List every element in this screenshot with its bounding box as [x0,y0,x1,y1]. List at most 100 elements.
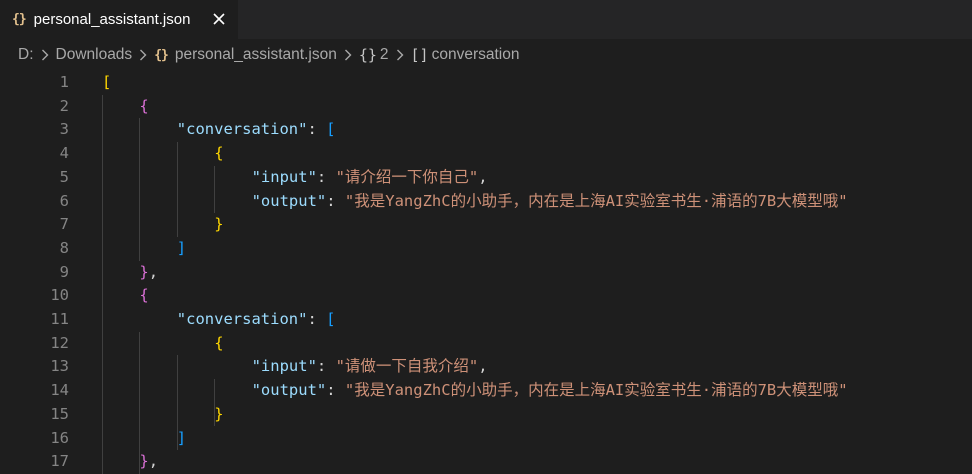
json-key: "input" [251,167,317,186]
code-text: { [139,284,148,308]
breadcrumb: D: Downloads {} personal_assistant.json … [0,39,972,71]
breadcrumb-object[interactable]: 2 [380,46,389,64]
code-line[interactable]: 11 "conversation": [ [0,308,972,332]
json-colon: : [307,120,327,139]
json-bracket: { [214,144,224,163]
line-number: 8 [59,238,69,257]
code-line[interactable]: 13 "input": "请做一下自我介绍", [0,355,972,379]
code-line[interactable]: 15} [0,403,972,427]
chevron-right-icon [344,49,352,61]
breadcrumb-folder[interactable]: Downloads [56,46,133,64]
breadcrumb-file[interactable]: personal_assistant.json [175,46,337,64]
chevron-right-icon [140,49,147,61]
code-text: ] [177,237,186,261]
code-line[interactable]: 6 "output": "我是YangZhC的小助手，内在是上海AI实验室书生·浦… [0,190,972,214]
code-line[interactable]: 12 { [0,332,972,356]
code-line[interactable]: 1[ [0,71,972,95]
json-bracket: } [139,452,149,471]
array-symbol-icon: [] [410,46,429,64]
code-text: ] [177,427,186,451]
line-number: 9 [59,262,69,281]
chevron-right-icon [41,49,48,61]
json-bracket: } [214,215,224,234]
line-number: 10 [50,286,69,305]
code-text: } [214,213,223,237]
code-line[interactable]: 5 "input": "请介绍一下你自己", [0,166,972,190]
json-colon: : [316,357,336,376]
json-colon: : [307,310,327,328]
code-text: { [139,95,148,119]
line-number: 12 [50,333,69,352]
code-text: "conversation": [ [177,308,336,332]
line-number: 17 [50,452,69,471]
json-string: "请介绍一下你自己" [335,167,479,186]
line-number: 4 [59,144,69,163]
breadcrumb-array[interactable]: conversation [432,46,520,64]
code-editor[interactable]: 1[2{3 "conversation": [4{5 "input": "请介绍一下… [0,71,972,474]
code-line[interactable]: 8] [0,237,972,261]
json-key: "output" [251,191,327,210]
code-line[interactable]: 7} [0,213,972,237]
json-bracket: ] [176,238,187,257]
line-number: 6 [59,191,69,210]
code-line[interactable]: 10 { [0,284,972,308]
json-comma: , [478,357,488,376]
json-file-icon: {} [12,12,27,27]
json-key: "input" [251,357,317,376]
code-line[interactable]: 9}, [0,261,972,285]
line-number: 7 [59,215,69,234]
tab-personal-assistant-json[interactable]: {} personal_assistant.json [0,0,238,39]
code-text: } [214,403,223,427]
code-text: "output": "我是YangZhC的小助手，内在是上海AI实验室书生·浦语… [252,379,848,403]
line-number: 15 [50,404,69,423]
json-bracket: { [139,96,149,115]
tab-bar: {} personal_assistant.json [0,0,972,39]
json-bracket: [ [326,120,336,139]
code-line[interactable]: 3 "conversation": [ [0,118,972,142]
line-number: 16 [50,428,69,447]
json-comma: , [148,262,159,281]
code-text: "input": "请做一下自我介绍", [252,355,488,379]
code-line[interactable]: 4{ [0,142,972,166]
code-line[interactable]: 2{ [0,95,972,119]
code-text: "output": "我是YangZhC的小助手，内在是上海AI实验室书生·浦语… [252,190,848,214]
json-key: "conversation" [176,310,308,328]
code-text: }, [139,261,158,285]
code-text: "input": "请介绍一下你自己", [252,166,488,190]
json-colon: : [326,191,345,210]
json-string: "我是YangZhC的小助手，内在是上海AI实验室书生·浦语的7B大模型哦" [344,191,848,210]
code-line[interactable]: 14 "output": "我是YangZhC的小助手，内在是上海AI实验室书生·… [0,379,972,403]
json-bracket: } [139,262,149,281]
json-bracket: } [214,404,224,423]
json-bracket: ] [176,428,187,447]
json-string: "我是YangZhC的小助手，内在是上海AI实验室书生·浦语的7B大模型哦" [344,381,848,400]
code-text: { [214,142,223,166]
json-colon: : [316,167,336,186]
json-bracket: { [214,333,224,352]
line-number: 5 [59,167,69,186]
json-bracket: [ [326,310,336,328]
json-file-icon: {} [154,47,169,63]
line-number: 3 [59,120,69,139]
json-comma: , [148,452,159,471]
code-line[interactable]: 16] [0,427,972,451]
line-number: 13 [50,357,69,376]
line-number: 14 [50,381,69,400]
code-line[interactable]: 17}, [0,450,972,474]
json-colon: : [326,381,345,400]
json-string: "请做一下自我介绍" [335,357,479,376]
json-comma: , [478,167,488,186]
code-text: [ [102,71,111,95]
breadcrumb-drive[interactable]: D: [18,46,34,64]
close-icon[interactable] [210,10,228,28]
json-key: "conversation" [176,120,308,139]
json-key: "output" [251,381,327,400]
line-number: 2 [59,96,69,115]
chevron-right-icon [396,49,404,61]
code-text: }, [139,450,158,474]
json-bracket: [ [102,73,112,91]
object-symbol-icon: {} [358,46,377,64]
tab-label: personal_assistant.json [33,11,191,28]
line-number: 1 [59,73,69,91]
json-bracket: { [139,286,149,305]
